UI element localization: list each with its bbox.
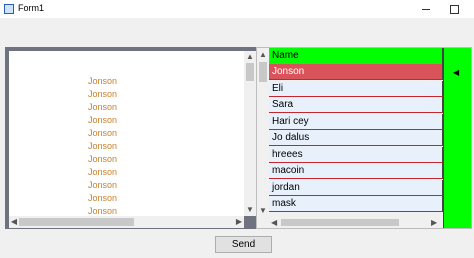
data-grid[interactable]: ▲ ▼ Name Jonson Eli Sara Hari cey Jo dalus hr…	[256, 47, 472, 229]
scroll-left-icon[interactable]: ◀	[9, 216, 19, 228]
maximize-button[interactable]	[442, 0, 466, 18]
column-header-name[interactable]: Name	[269, 48, 443, 64]
list-item[interactable]: Jonson	[88, 153, 117, 166]
scroll-up-icon[interactable]: ▲	[257, 50, 269, 62]
table-row[interactable]: Hari cey	[269, 113, 443, 130]
scroll-down-icon[interactable]: ▼	[257, 206, 269, 218]
list-item[interactable]: Jonson	[88, 166, 117, 179]
grid-horizontal-scrollbar[interactable]: ◀ ▶	[269, 217, 443, 228]
table-row[interactable]: jordan	[269, 179, 443, 196]
table-row[interactable]: Jo dalus	[269, 130, 443, 146]
triangle-left-icon: ◀	[453, 68, 460, 77]
grid-cells: Name Jonson Eli Sara Hari cey Jo dalus hreees…	[269, 48, 443, 218]
scroll-thumb[interactable]	[246, 63, 254, 81]
list-item[interactable]: Jonson	[88, 88, 117, 101]
scroll-left-icon[interactable]: ◀	[271, 217, 277, 228]
scroll-up-icon[interactable]: ▲	[244, 51, 256, 63]
scroll-down-icon[interactable]: ▼	[244, 204, 256, 216]
list-horizontal-scrollbar[interactable]: ◀ ▶	[9, 216, 244, 228]
table-row[interactable]: macoin	[269, 163, 443, 179]
list-item[interactable]: Jonson	[88, 205, 117, 216]
list-item[interactable]: Jonson	[88, 179, 117, 192]
scroll-right-icon[interactable]: ▶	[431, 217, 437, 228]
table-row[interactable]: Jonson	[269, 64, 443, 80]
app-icon	[4, 4, 14, 14]
grid-vertical-scrollbar[interactable]: ▲ ▼	[257, 48, 269, 228]
window-title: Form1	[18, 3, 45, 13]
list-item[interactable]: Jonson	[88, 101, 117, 114]
table-row[interactable]: Eli	[269, 80, 443, 97]
table-row[interactable]: mask	[269, 196, 443, 212]
send-button[interactable]: Send	[215, 236, 272, 253]
row-header-column[interactable]: ◀	[443, 48, 471, 228]
list-item[interactable]: Jonson	[88, 192, 117, 205]
minimize-button[interactable]	[414, 0, 438, 18]
scroll-thumb[interactable]	[281, 219, 399, 226]
scroll-thumb[interactable]	[259, 62, 267, 82]
list-box[interactable]: Jonson Jonson Jonson Jonson Jonson Jonson Jons…	[5, 47, 256, 229]
scroll-right-icon[interactable]: ▶	[234, 216, 244, 228]
list-box-content: Jonson Jonson Jonson Jonson Jonson Jonson Jons…	[9, 51, 244, 216]
table-row[interactable]: Sara	[269, 97, 443, 113]
list-item[interactable]: Jonson	[88, 127, 117, 140]
scroll-thumb[interactable]	[19, 218, 134, 226]
list-item[interactable]: Jonson	[88, 75, 117, 88]
list-vertical-scrollbar[interactable]: ▲ ▼	[244, 51, 256, 216]
title-bar: Form1	[0, 0, 474, 18]
list-item[interactable]: Jonson	[88, 114, 117, 127]
table-row[interactable]: hreees	[269, 146, 443, 163]
list-item[interactable]: Jonson	[88, 140, 117, 153]
